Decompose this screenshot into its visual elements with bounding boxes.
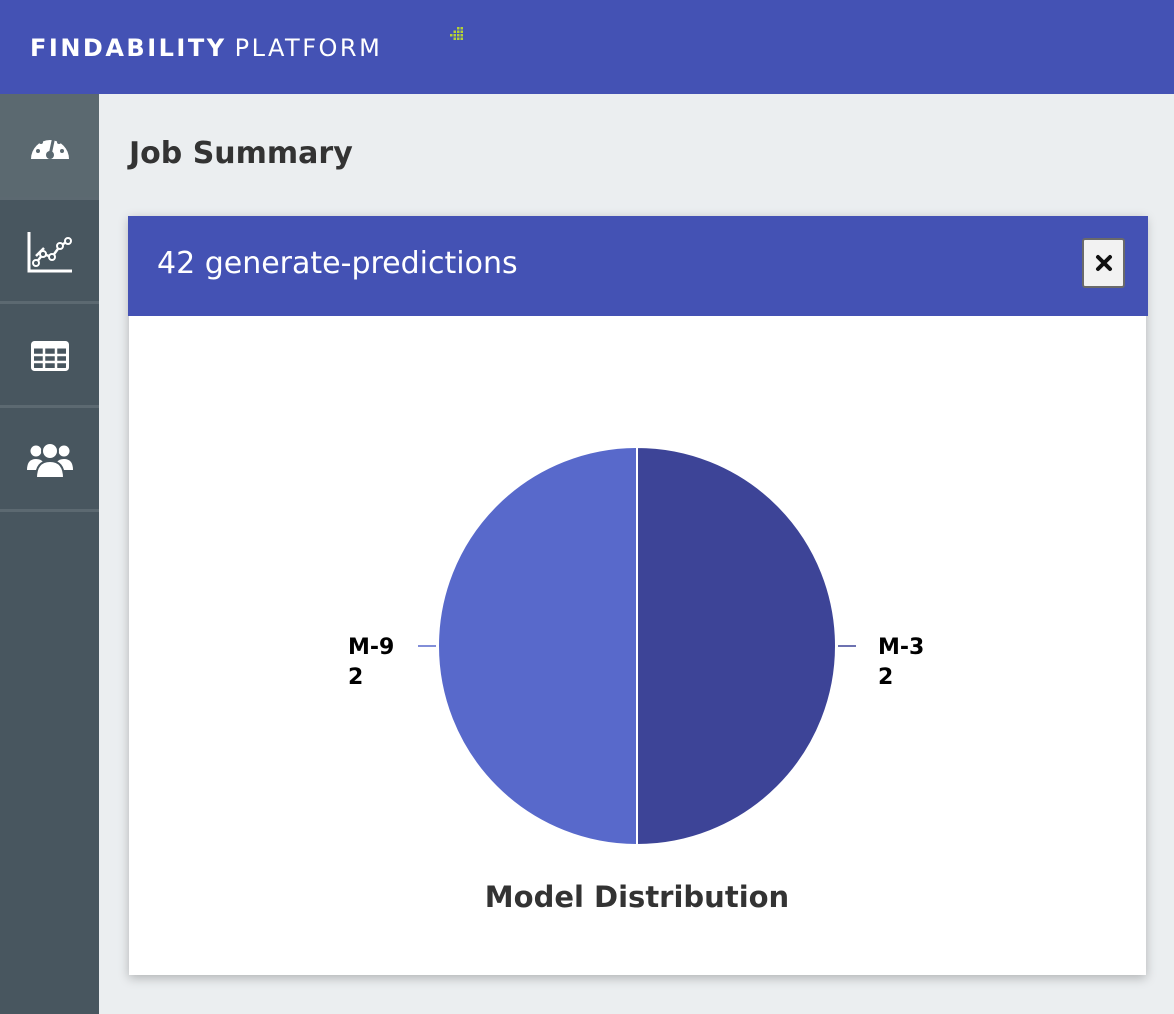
pie-value-m-9: 2 <box>348 665 363 690</box>
logo-dots-icon <box>450 27 463 40</box>
sidebar-divider <box>0 509 99 512</box>
pie-chart: M-3 2 M-9 2 Model Distribution <box>348 445 924 914</box>
sidebar-item-table[interactable] <box>0 304 99 407</box>
pie-label-m-9: M-9 <box>348 635 394 660</box>
users-icon <box>26 441 73 479</box>
sidebar-item-analytics[interactable] <box>0 200 99 303</box>
logo-text-bold: FINDABILITY <box>30 34 227 62</box>
job-card: 42 generate-predictions M-3 2 M-9 2 Model Di… <box>128 216 1148 975</box>
dashboard-gauge-icon <box>30 135 69 159</box>
pie-value-m-3: 2 <box>878 665 893 690</box>
sidebar-item-dashboard[interactable] <box>0 94 99 197</box>
sidebar-item-users[interactable] <box>0 408 99 511</box>
chart-title: Model Distribution <box>485 880 789 914</box>
pie-label-m-3: M-3 <box>878 635 924 660</box>
logo-text-light: PLATFORM <box>234 34 383 62</box>
app-logo[interactable]: FINDABILITY PLATFORM <box>30 34 382 62</box>
pie-slice-m-3[interactable] <box>636 445 837 847</box>
table-icon <box>30 340 69 371</box>
page-title: Job Summary <box>129 136 353 171</box>
top-navbar: FINDABILITY PLATFORM <box>0 0 1174 94</box>
line-chart-icon <box>27 231 72 272</box>
pie-slice-m-9[interactable] <box>437 445 638 847</box>
sidebar <box>0 94 99 1014</box>
